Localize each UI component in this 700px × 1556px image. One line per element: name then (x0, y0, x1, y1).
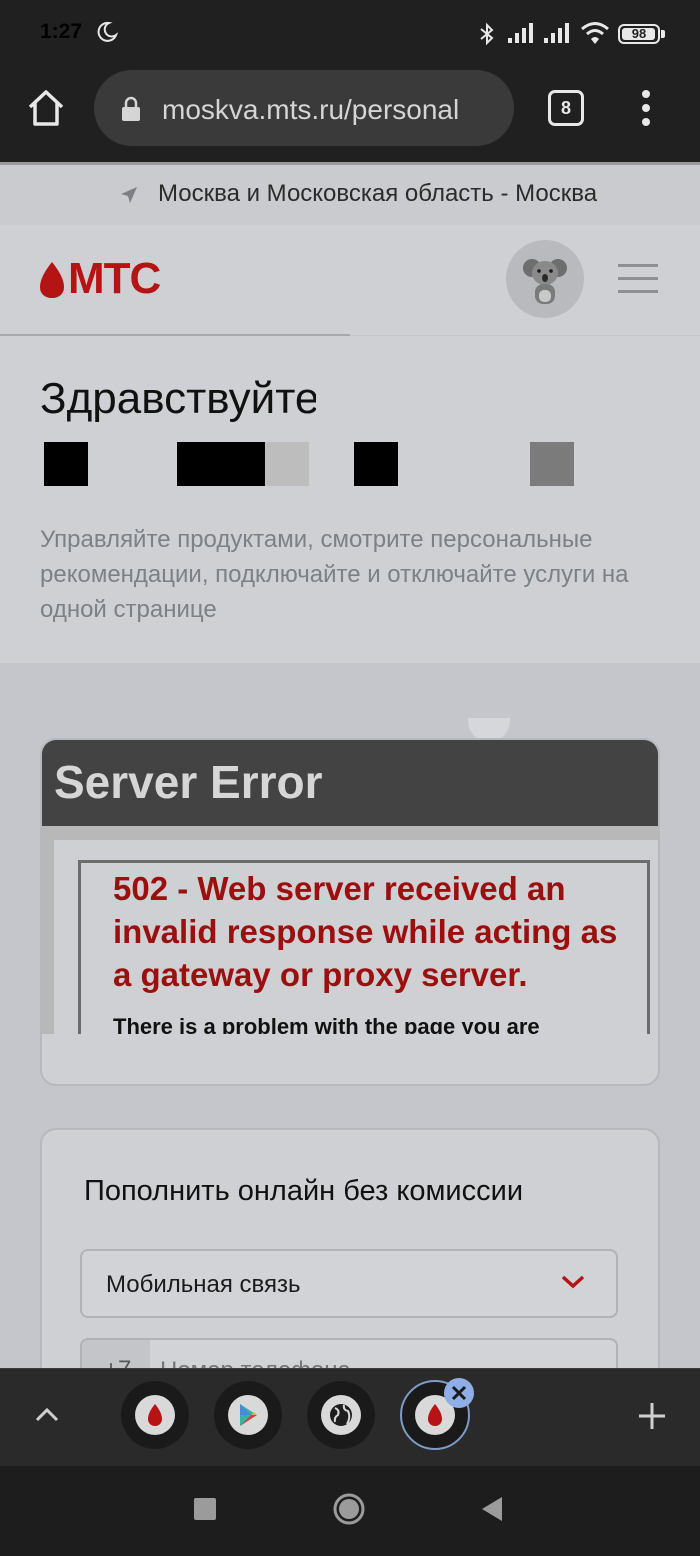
redacted-block (44, 442, 88, 486)
topup-title: Пополнить онлайн без комиссии (84, 1175, 524, 1207)
greeting-description: Управляйте продуктами, смотрите персонал… (40, 526, 629, 623)
service-select-value[interactable]: Мобильная связь (106, 1268, 301, 1302)
globe-icon (330, 1404, 352, 1426)
battery-tip (661, 30, 665, 38)
error-strip (42, 826, 658, 840)
recents-icon[interactable] (194, 1498, 216, 1520)
dock-tab-web[interactable] (307, 1381, 375, 1449)
avatar[interactable] (506, 240, 584, 318)
dock-tab-face (135, 1395, 175, 1435)
lock-icon (122, 96, 140, 121)
dock-tab-play-store[interactable] (214, 1381, 282, 1449)
close-icon[interactable] (444, 1378, 474, 1408)
wifi-icon (581, 22, 609, 44)
mts-logo[interactable]: МТС (68, 254, 161, 304)
home-circle-icon[interactable] (332, 1492, 366, 1526)
koala-avatar-icon (523, 259, 567, 304)
play-store-icon (240, 1404, 257, 1426)
home-icon[interactable] (26, 88, 66, 128)
location-arrow-icon (121, 187, 137, 203)
error-code: 502 - Web server received an invalid res… (113, 870, 618, 993)
battery-icon: 98 (618, 24, 660, 44)
server-error-widget: Server Error 502 - Web server received a… (40, 738, 660, 1086)
mts-egg-icon (148, 1404, 162, 1426)
redacted-block (177, 442, 265, 486)
url-text[interactable]: moskva.mts.ru/personal (162, 90, 498, 130)
redacted-block (265, 442, 309, 486)
error-message: There is a problem with the page you are (113, 1014, 540, 1034)
signal-icon (508, 23, 533, 43)
dock-tab-mts[interactable] (121, 1381, 189, 1449)
more-options-icon[interactable] (636, 88, 656, 128)
error-content-box[interactable]: 502 - Web server received an invalid res… (78, 860, 650, 1034)
region-selector[interactable]: Москва и Московская область - Москва (158, 178, 597, 210)
dock-tab-face (321, 1395, 361, 1435)
redacted-block (354, 442, 398, 486)
chevron-down-icon[interactable] (560, 1272, 586, 1292)
signal-icon (544, 23, 569, 43)
hamburger-menu-icon[interactable] (618, 262, 658, 296)
plus-icon[interactable] (636, 1400, 668, 1432)
redacted-block (530, 442, 574, 486)
moon-icon (97, 21, 119, 42)
battery-level-text: 98 (631, 26, 647, 41)
tab-switcher-button[interactable]: 8 (548, 90, 584, 126)
chevron-up-icon[interactable] (34, 1404, 60, 1426)
greeting-title: Здравствуйте (40, 374, 316, 423)
back-icon[interactable] (480, 1496, 504, 1522)
status-time: 1:27 (40, 20, 83, 43)
error-title: Server Error (54, 756, 323, 808)
bluetooth-icon (480, 22, 494, 46)
dock-tab-face (228, 1395, 268, 1435)
error-side (42, 840, 54, 1034)
